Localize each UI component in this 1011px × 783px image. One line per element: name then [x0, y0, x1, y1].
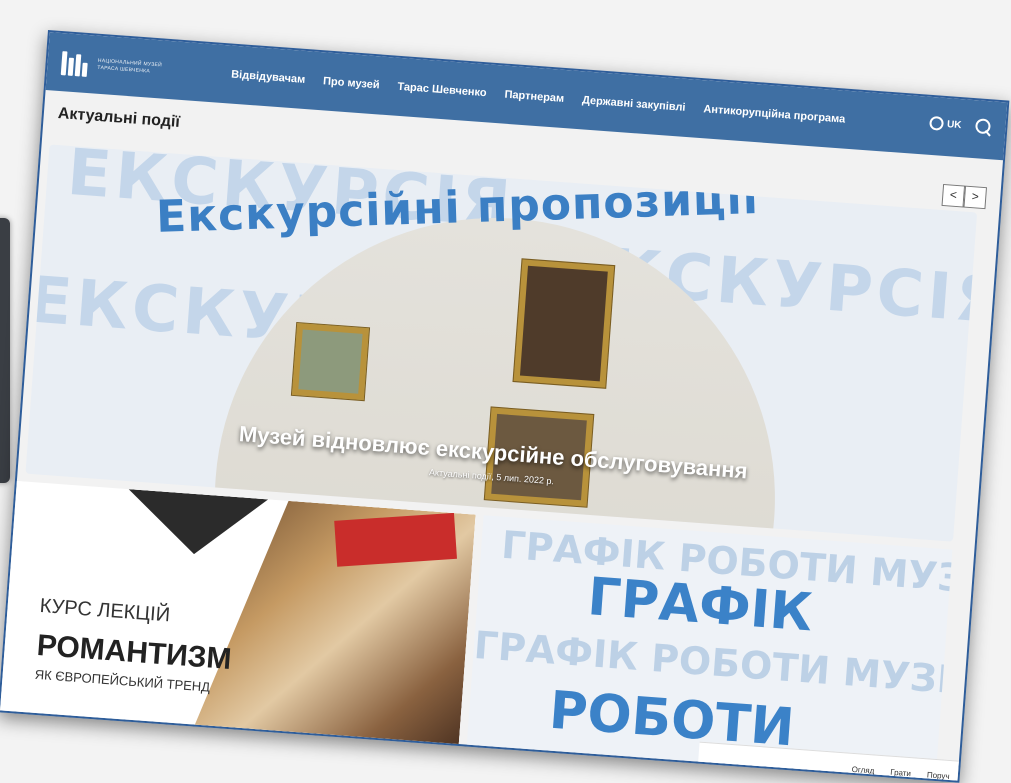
browser-window: Національний музей Тараса Шевченка Відві…: [0, 30, 1010, 783]
nav-partners[interactable]: Партнерам: [504, 89, 564, 105]
nav-about[interactable]: Про музей: [323, 75, 380, 91]
logo-icon: [60, 49, 93, 77]
nav-procurement[interactable]: Державні закупівлі: [582, 94, 686, 114]
course-subtitle: КУРС ЛЕКЦІЙ: [38, 594, 171, 627]
nav-shevchenko[interactable]: Тарас Шевченко: [397, 81, 487, 100]
carousel-next-button[interactable]: >: [963, 185, 988, 210]
toolbar-item[interactable]: Грати: [890, 767, 911, 777]
carousel-controls: < >: [941, 183, 988, 210]
nav-anticorruption[interactable]: Антикорупційна програма: [703, 103, 846, 125]
painting-flag: [334, 512, 457, 567]
background-window: [0, 218, 10, 483]
toolbar-item[interactable]: Огляд: [851, 764, 874, 775]
toolbar-item[interactable]: Вибране: [965, 773, 998, 783]
hero-slide[interactable]: ЕКСКУРСІЯ ЕКСКУРСІЯ ЕКСКУРСІЯ Екскурсійн…: [25, 144, 978, 542]
globe-icon: [928, 115, 944, 131]
nav-visitors[interactable]: Відвідувачам: [231, 69, 306, 86]
decor-shape: [124, 489, 268, 559]
language-label: UK: [946, 118, 962, 131]
search-icon[interactable]: [975, 118, 992, 135]
carousel-prev-button[interactable]: <: [941, 183, 966, 208]
language-switcher[interactable]: UK: [928, 115, 962, 132]
museum-logo[interactable]: Національний музей Тараса Шевченка: [60, 49, 222, 87]
toolbar-item[interactable]: Поруч: [927, 770, 950, 781]
main-nav: Відвідувачам Про музей Тарас Шевченко Па…: [231, 69, 846, 126]
painting-frame: [513, 259, 615, 388]
lecture-course-card[interactable]: КУРС ЛЕКЦІЙ РОМАНТИЗМ ЯК ЄВРОПЕЙСЬКИЙ ТР…: [0, 480, 476, 754]
painting-frame: [291, 323, 370, 401]
